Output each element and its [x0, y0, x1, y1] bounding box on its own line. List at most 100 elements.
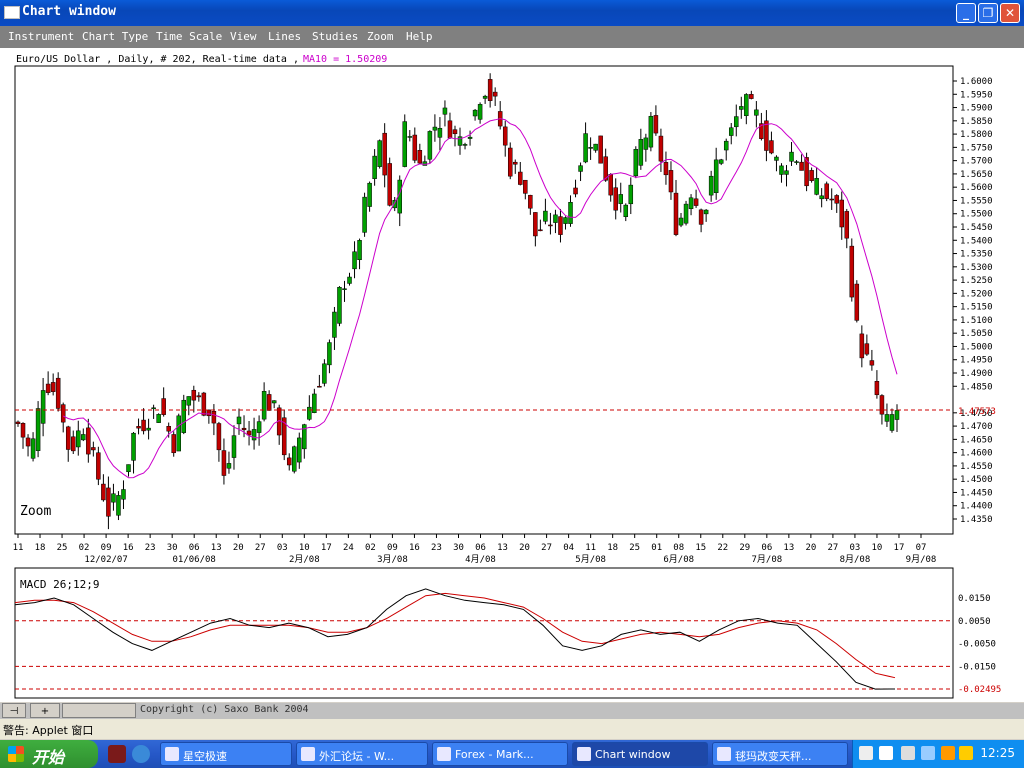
candle-body	[111, 493, 116, 503]
menu-zoom[interactable]: Zoom	[367, 30, 394, 43]
candle-body	[528, 194, 533, 209]
candle-body	[372, 155, 377, 179]
macd-tick-label: -0.0150	[958, 662, 996, 672]
start-button[interactable]: 开始	[0, 740, 98, 768]
candle-body	[71, 436, 76, 452]
candle-body	[613, 187, 618, 211]
candle-body	[513, 161, 518, 165]
menu-chart-type[interactable]: Chart Type	[82, 30, 148, 43]
tool-slot[interactable]	[62, 703, 136, 718]
price-pane	[14, 65, 954, 535]
candle-body	[683, 203, 689, 224]
crosshair-tool-icon[interactable]: +	[30, 703, 60, 718]
task-item-0[interactable]: 星空极速	[160, 742, 292, 766]
candle-body	[101, 483, 106, 501]
menu-time-scale[interactable]: Time Scale	[156, 30, 222, 43]
candle-body	[834, 195, 839, 204]
start-label: 开始	[32, 748, 65, 767]
candle-body	[266, 394, 272, 411]
candle-body	[327, 342, 332, 366]
candle-body	[618, 194, 623, 204]
candle-body	[563, 217, 568, 224]
x-day-label: 10	[872, 543, 883, 553]
candle-body	[502, 126, 508, 146]
candle-body	[829, 198, 834, 201]
candle-body	[226, 463, 232, 469]
close-button[interactable]: ✕	[1000, 3, 1020, 23]
candle-body	[879, 395, 885, 415]
candle-body	[884, 414, 890, 422]
candle-body	[688, 197, 694, 209]
candle-body	[367, 182, 372, 207]
help-icon[interactable]	[879, 746, 893, 760]
candle-body	[387, 163, 392, 206]
x-day-label: 27	[541, 543, 552, 553]
zoom-label[interactable]: Zoom	[20, 504, 51, 519]
status-line: ⊣ + Copyright (c) Saxo Bank 2004	[0, 703, 1024, 719]
volume-icon[interactable]	[959, 746, 973, 760]
candle-body	[889, 414, 895, 431]
price-tick-label: 1.5850	[960, 117, 993, 127]
chart-svg[interactable]: Euro/US Dollar , Daily, # 202, Real-time…	[0, 48, 1024, 702]
x-day-label: 20	[805, 543, 816, 553]
media-player-icon[interactable]	[108, 745, 126, 763]
price-tick-label: 1.4850	[960, 382, 993, 392]
keyboard-icon[interactable]	[859, 746, 873, 760]
menu-studies[interactable]: Studies	[312, 30, 358, 43]
candle-body	[568, 202, 573, 224]
candle-body	[739, 106, 744, 110]
chevron-left-icon[interactable]	[921, 746, 935, 760]
candle-body	[764, 120, 769, 151]
restore-button[interactable]: ❐	[978, 3, 998, 23]
menu-lines[interactable]: Lines	[268, 30, 301, 43]
candle-body	[839, 199, 844, 228]
candle-body	[432, 126, 438, 131]
candle-body	[573, 187, 578, 195]
candle-body	[849, 245, 855, 298]
candle-body	[402, 121, 408, 167]
x-day-label: 02	[365, 543, 376, 553]
network-icon[interactable]	[901, 746, 915, 760]
candle-body	[437, 127, 443, 138]
pin-tool-icon[interactable]: ⊣	[2, 703, 26, 718]
price-tick-label: 1.5900	[960, 104, 993, 114]
price-tick-label: 1.5350	[960, 250, 993, 260]
candle-body	[492, 91, 498, 97]
candle-body	[734, 116, 739, 128]
x-day-label: 03	[277, 543, 288, 553]
x-day-label: 25	[629, 543, 640, 553]
candle-body	[211, 410, 217, 424]
task-item-2[interactable]: Forex - Mark...	[432, 742, 568, 766]
tray-app-icon[interactable]	[941, 746, 955, 760]
candle-body	[648, 115, 654, 148]
x-day-label: 13	[783, 543, 794, 553]
x-day-label: 25	[57, 543, 68, 553]
candle-body	[819, 195, 824, 200]
menu-help[interactable]: Help	[406, 30, 433, 43]
candle-body	[518, 171, 523, 185]
task-item-3[interactable]: Chart window	[572, 742, 708, 766]
candle-body	[668, 170, 674, 193]
task-item-4[interactable]: 毬玛改变天秤...	[712, 742, 848, 766]
candle-body	[221, 450, 227, 476]
x-day-label: 06	[189, 543, 200, 553]
candle-body	[116, 495, 121, 516]
menu-instrument[interactable]: Instrument	[8, 30, 74, 43]
windows-logo-icon	[8, 746, 24, 762]
price-tick-label: 1.5450	[960, 223, 993, 233]
candle-body	[583, 133, 588, 163]
task-item-1[interactable]: 外汇论坛 - W...	[296, 742, 428, 766]
x-day-label: 30	[453, 543, 464, 553]
menu-view[interactable]: View	[230, 30, 257, 43]
x-day-label: 11	[585, 543, 596, 553]
taskbar: 开始 星空极速 外汇论坛 - W... Forex - Mark... Char…	[0, 740, 1024, 768]
candle-body	[789, 151, 794, 162]
x-month-label: 01/06/08	[173, 555, 216, 565]
price-tick-label: 1.4350	[960, 515, 993, 525]
candle-body	[131, 432, 136, 461]
minimize-button[interactable]: _	[956, 3, 976, 23]
time-axis: 11 18 25 02 09 16 23 30 06 13 20 27 03 10 17 24 02 09 16 23…	[13, 534, 936, 565]
x-day-label: 06	[475, 543, 486, 553]
ie-quicklaunch-icon[interactable]	[132, 745, 150, 763]
candle-body	[844, 211, 850, 239]
